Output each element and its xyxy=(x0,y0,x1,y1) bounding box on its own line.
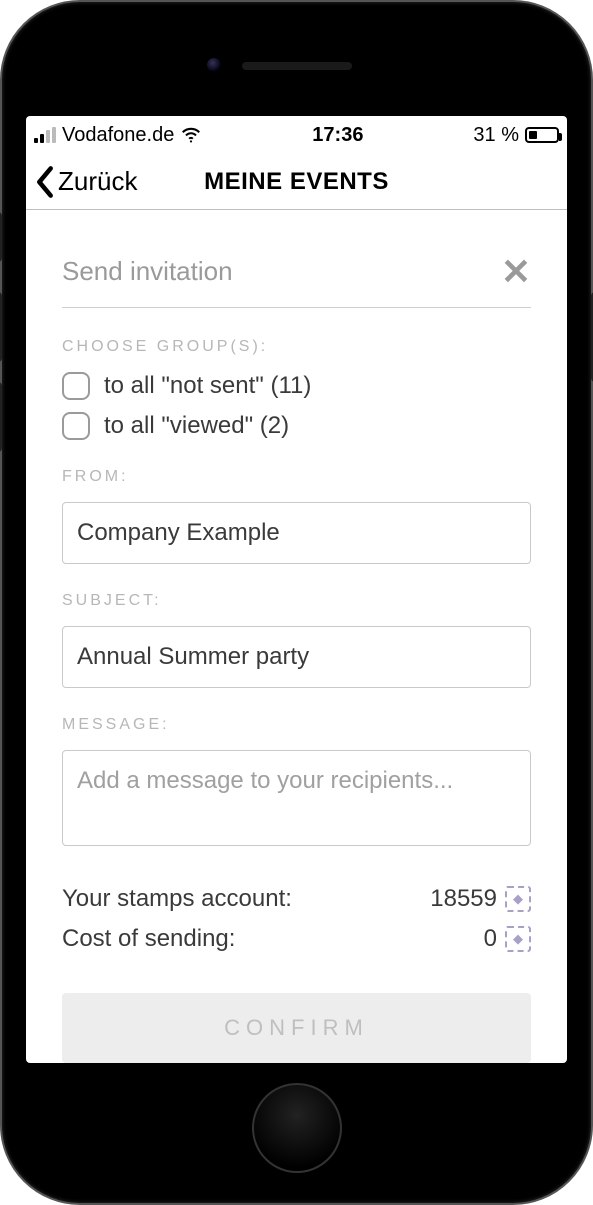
carrier-label: Vodafone.de xyxy=(62,124,174,147)
from-label: FROM: xyxy=(62,468,531,486)
stamp-icon: ◆ xyxy=(505,886,531,912)
wifi-icon xyxy=(180,124,202,146)
message-label: MESSAGE: xyxy=(62,716,531,734)
stamps-account-label: Your stamps account: xyxy=(62,885,292,913)
chevron-left-icon xyxy=(34,165,56,199)
checkbox-viewed-label: to all "viewed" (2) xyxy=(104,412,289,440)
back-label: Zurück xyxy=(58,166,137,197)
groups-label: CHOOSE GROUP(S): xyxy=(62,338,531,356)
subject-input[interactable] xyxy=(62,626,531,688)
section-title: Send invitation xyxy=(62,256,233,287)
checkbox-not-sent[interactable] xyxy=(62,372,90,400)
status-bar: Vodafone.de 17:36 31 % xyxy=(26,116,567,154)
battery-icon xyxy=(525,127,559,143)
message-textarea[interactable] xyxy=(62,750,531,846)
stamps-account-value: 18559 xyxy=(430,885,497,913)
from-input[interactable] xyxy=(62,502,531,564)
signal-icon xyxy=(34,127,56,143)
subject-label: SUBJECT: xyxy=(62,592,531,610)
back-button[interactable]: Zurück xyxy=(26,165,145,199)
nav-header: Zurück MEINE EVENTS xyxy=(26,154,567,210)
confirm-button[interactable]: CONFIRM xyxy=(62,993,531,1063)
checkbox-not-sent-label: to all "not sent" (11) xyxy=(104,372,311,400)
battery-percent: 31 % xyxy=(473,124,519,147)
clock: 17:36 xyxy=(202,124,473,147)
checkbox-viewed[interactable] xyxy=(62,412,90,440)
cost-value: 0 xyxy=(484,925,497,953)
cost-label: Cost of sending: xyxy=(62,925,235,953)
close-icon[interactable]: ✕ xyxy=(501,261,531,283)
home-button[interactable] xyxy=(252,1083,342,1173)
stamp-icon: ◆ xyxy=(505,926,531,952)
